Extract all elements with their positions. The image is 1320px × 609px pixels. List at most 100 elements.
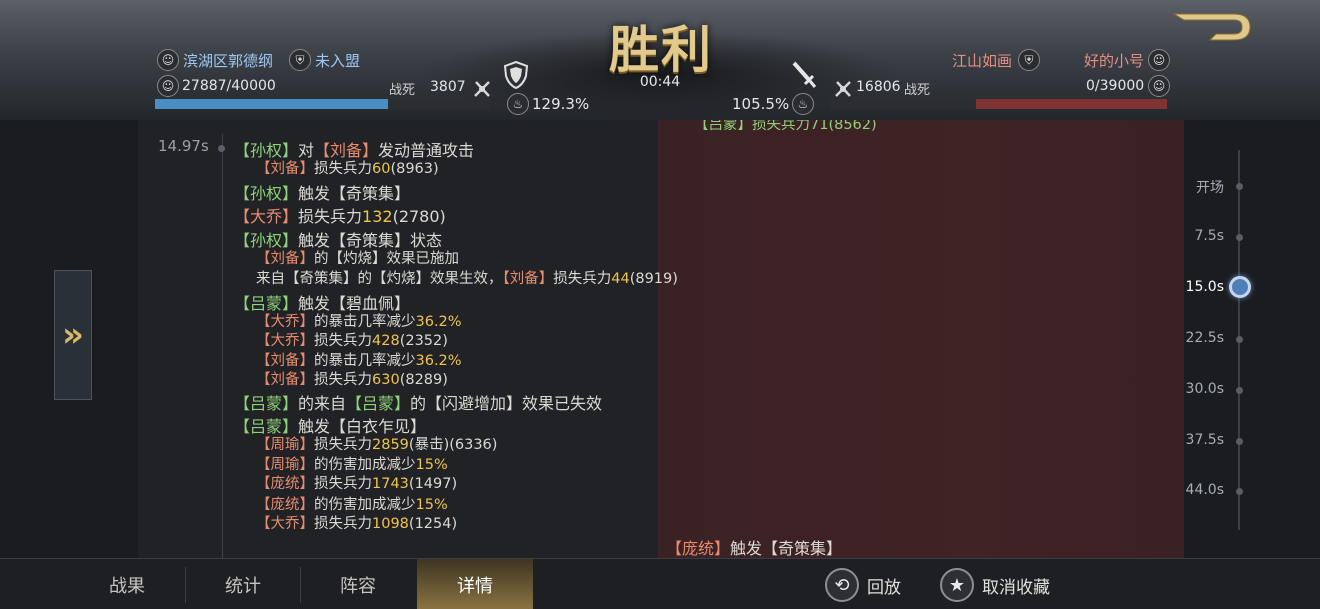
enemy-side-backdrop (658, 120, 1184, 558)
log-general-tag: 【大乔】 (256, 333, 314, 349)
log-general-tag: 【刘备】 (256, 353, 314, 369)
log-general-tag: 【大乔】 (256, 314, 314, 330)
log-general-tag: 【刘备】 (256, 251, 314, 267)
back-button[interactable] (1170, 10, 1252, 44)
log-text: 损失兵力 (314, 372, 372, 388)
enemy-alliance: 江山如画 (952, 52, 1013, 70)
timeline-mark-label[interactable]: 44.0s (1160, 482, 1224, 498)
tab-results[interactable]: 战果 (69, 559, 185, 609)
log-line: 【周瑜】损失兵力2859(暴击)(6336) (256, 433, 497, 454)
log-number: 132 (362, 207, 393, 226)
timeline-mark-dot[interactable] (1236, 488, 1243, 495)
enemy-troops-icon: ☺ (1148, 75, 1170, 97)
log-text: 的来自 (298, 394, 347, 413)
log-line: 来自【奇策集】的【灼烧】效果生效，【刘备】损失兵力44(8919) (256, 267, 678, 288)
log-timestamp: 14.97s (158, 137, 209, 155)
timeline-mark-label[interactable]: 37.5s (1160, 432, 1224, 448)
log-line: 【吕蒙】的来自【吕蒙】的【闪避增加】效果已失效 (234, 390, 602, 414)
back-arrow-icon (1172, 13, 1251, 41)
timeline-mark-label[interactable]: 22.5s (1160, 330, 1224, 346)
log-general-tag: 【庞统】 (256, 497, 314, 513)
log-number: 2859 (372, 437, 409, 453)
enemy-troops: 0/39000 (1086, 78, 1145, 94)
log-number: 1098 (372, 516, 409, 532)
flame-icon: ♨ (507, 93, 529, 115)
enemy-alliance-icon: ⛨ (1018, 49, 1040, 71)
timeline-mark-label[interactable]: 30.0s (1160, 381, 1224, 397)
log-general-tag: 【大乔】 (256, 516, 314, 532)
enemy-name[interactable]: 好的小号 (1084, 50, 1144, 71)
log-line: 【刘备】损失兵力60(8963) (256, 157, 439, 178)
tab-lineup[interactable]: 阵容 (300, 559, 416, 609)
log-number: 36.2% (415, 353, 462, 369)
log-line: 【庞统】触发【奇策集】 (666, 535, 842, 558)
log-line: 【庞统】损失兵力1743(1497) (256, 472, 457, 493)
unfavorite-button[interactable]: ★ 取消收藏 (940, 566, 1050, 604)
log-text: 的【闪避增加】效果已失效 (410, 394, 603, 413)
log-text: (2352) (399, 333, 448, 349)
log-text: (暴击)(6336) (408, 437, 498, 453)
log-number: 15% (415, 497, 448, 513)
enemy-troop-bar-loss (976, 99, 1167, 109)
log-general-tag: 【刘备】 (502, 271, 554, 287)
log-number: 60 (372, 161, 391, 177)
log-number: 1743 (372, 476, 409, 492)
timeline-mark-dot[interactable] (1236, 438, 1243, 445)
log-time-axis (222, 134, 223, 558)
player-troop-bar-fill (155, 99, 388, 109)
log-text: 损失兵力 (314, 476, 372, 492)
log-text: 损失兵力 (314, 161, 372, 177)
replay-icon: ⟲ (825, 568, 859, 602)
player-stat-percent: 129.3% (532, 95, 590, 113)
log-text: 触发【奇策集】 (730, 539, 843, 558)
enemy-flame-icon: ♨ (792, 93, 814, 115)
log-general-tag: 【刘备】 (256, 161, 314, 177)
victory-title: 胜利 (609, 20, 713, 79)
timeline-mark-label[interactable]: 开场 (1160, 177, 1224, 197)
player-killed-value: 3807 (430, 79, 466, 95)
player-name[interactable]: 滨湖区郭德纲 (183, 50, 273, 71)
log-text: 的暴击几率减少 (314, 353, 416, 369)
star-icon: ★ (940, 568, 974, 602)
log-clipped-line: 【吕蒙】损失兵力71(8562) (694, 120, 877, 134)
log-text: 损失兵力 (298, 207, 363, 226)
player-avatar-icon: ☺ (157, 49, 179, 71)
enemy-avatar-icon: ☺ (1148, 49, 1170, 71)
log-text: (8963) (390, 161, 439, 177)
log-number: 15% (415, 457, 448, 473)
log-line: 【大乔】损失兵力1098(1254) (256, 512, 457, 533)
timeline-mark-label[interactable]: 7.5s (1160, 228, 1224, 244)
timeline-mark-dot[interactable] (1236, 336, 1243, 343)
bottom-bar: 战果 统计 阵容 详情 ⟲ 回放 ★ 取消收藏 (0, 558, 1320, 609)
timeline-mark-dot[interactable] (1236, 183, 1243, 190)
log-text: (8919) (629, 271, 678, 287)
battle-log-panel[interactable]: 【吕蒙】损失兵力71(8562) 14.97s 【孙权】对【刘备】发动普通攻击【… (138, 120, 1184, 558)
unfavorite-label: 取消收藏 (982, 577, 1050, 598)
log-general-tag: 【周瑜】 (256, 457, 314, 473)
log-number: 428 (372, 333, 400, 349)
tab-details[interactable]: 详情 (417, 559, 533, 609)
player-troops: 27887/40000 (182, 78, 276, 94)
log-line: 【庞统】的伤害加成减少15% (256, 493, 448, 514)
log-general-tag: 【庞统】 (666, 539, 731, 558)
log-general-tag: 【刘备】 (256, 372, 314, 388)
log-number: 630 (372, 372, 400, 388)
alliance-icon: ⛨ (289, 49, 311, 71)
log-general-tag: 【吕蒙】 (234, 394, 299, 413)
enemy-killed-label: 战死 (904, 83, 931, 98)
tab-stats[interactable]: 统计 (185, 559, 301, 609)
log-text: 的伤害加成减少 (314, 457, 416, 473)
log-line: 【大乔】损失兵力132(2780) (234, 203, 446, 227)
log-text: 损失兵力 (314, 437, 372, 453)
timeline-mark-dot[interactable] (1236, 234, 1243, 241)
log-text: (1497) (408, 476, 458, 492)
log-line: 【刘备】的【灼烧】效果已施加 (256, 247, 459, 268)
log-text: 的伤害加成减少 (314, 497, 416, 513)
log-text: 触发【奇策集】 (298, 184, 411, 203)
timeline-mark-label[interactable]: 15.0s (1160, 279, 1224, 295)
log-clipped-text: 【吕蒙】损失兵力71(8562) (694, 120, 877, 133)
replay-button[interactable]: ⟲ 回放 (825, 566, 901, 604)
timeline-scrubber-knob[interactable] (1229, 276, 1251, 298)
timeline-mark-dot[interactable] (1236, 387, 1243, 394)
expand-panel-button[interactable]: » (54, 270, 92, 400)
